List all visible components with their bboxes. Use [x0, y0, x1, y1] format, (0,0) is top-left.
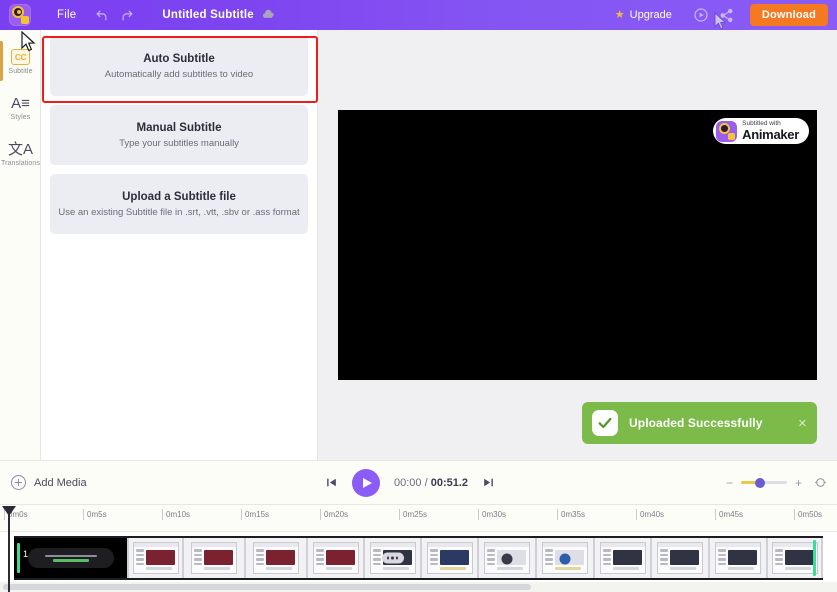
timeline-clip[interactable]: [246, 538, 308, 578]
animaker-logo-icon: [716, 120, 738, 142]
zoom-slider-knob[interactable]: [754, 477, 765, 488]
timeline-clip[interactable]: [768, 538, 823, 578]
subtitle-options-panel: Auto Subtitle Automatically add subtitle…: [41, 30, 318, 460]
translate-icon: 文A: [7, 140, 33, 158]
clip-title-preview: [27, 548, 114, 568]
timeline-clip[interactable]: [129, 538, 184, 578]
plus-circle-icon: [11, 475, 26, 490]
total-time: 00:51.2: [430, 476, 469, 489]
upload-subtitle-card[interactable]: Upload a Subtitle file Use an existing S…: [50, 174, 308, 234]
sidebar-item-label: Styles: [10, 113, 31, 121]
document-title-text: Untitled Subtitle: [162, 9, 254, 21]
card-title: Manual Subtitle: [136, 121, 222, 134]
download-button[interactable]: Download: [749, 4, 828, 26]
clip-trim-handle[interactable]: [17, 543, 20, 573]
upload-success-toast: Uploaded Successfully ✕: [582, 402, 817, 444]
timeline-scrollbar[interactable]: [0, 582, 837, 592]
timeline-track: 1: [14, 536, 823, 580]
minus-icon[interactable]: −: [726, 477, 733, 489]
timeline-clip[interactable]: [365, 538, 422, 578]
mouse-cursor: [21, 30, 37, 58]
timeline-clip[interactable]: [595, 538, 652, 578]
undo-icon[interactable]: [88, 0, 114, 30]
ruler-tick: 0m5s: [83, 509, 107, 520]
timeline-ruler[interactable]: 0m0s 0m5s 0m10s 0m15s 0m20s 0m25s 0m30s …: [0, 505, 837, 532]
ruler-tick: 0m15s: [241, 509, 269, 520]
timeline-zoom-controls: − +: [726, 476, 827, 489]
zoom-slider[interactable]: [740, 477, 787, 488]
timeline-clip[interactable]: [422, 538, 479, 578]
ruler-tick: 0m10s: [162, 509, 190, 520]
text-styles-icon: A≡: [11, 94, 30, 112]
close-icon[interactable]: ✕: [798, 417, 807, 430]
add-media-button[interactable]: Add Media: [11, 475, 87, 490]
clip-number: 1: [23, 549, 29, 559]
time-separator: /: [421, 476, 431, 489]
play-button[interactable]: [352, 468, 380, 497]
sidebar-item-label: Translations: [0, 159, 41, 167]
card-subtitle: Type your subtitles manually: [119, 137, 239, 149]
timeline-clip[interactable]: [652, 538, 710, 578]
redo-icon[interactable]: [114, 0, 140, 30]
timeline-scrollbar-thumb[interactable]: [3, 584, 531, 590]
ruler-tick: 0m35s: [557, 509, 585, 520]
watermark-brand: Animaker: [742, 127, 799, 143]
video-canvas[interactable]: Subtitled with Animaker: [338, 110, 817, 380]
upgrade-label: Upgrade: [629, 9, 672, 21]
timeline-clip[interactable]: [184, 538, 246, 578]
sidebar-item-label: Subtitle: [8, 68, 33, 75]
clip-more-options-icon[interactable]: [381, 552, 404, 564]
timeline-clip[interactable]: 1: [14, 538, 129, 578]
left-sidebar: CC Subtitle A≡ Styles 文A Translations: [0, 30, 41, 460]
timeline-clip[interactable]: [308, 538, 365, 578]
fit-to-screen-icon[interactable]: [814, 476, 827, 489]
card-subtitle: Use an existing Subtitle file in .srt, .…: [58, 206, 300, 218]
add-media-label: Add Media: [34, 476, 87, 489]
sidebar-item-translations[interactable]: 文A Translations: [0, 131, 41, 177]
animaker-logo-icon[interactable]: [9, 4, 31, 26]
preview-play-icon[interactable]: [688, 0, 714, 30]
plus-icon[interactable]: +: [795, 477, 802, 489]
animaker-watermark: Subtitled with Animaker: [713, 118, 809, 144]
ruler-tick: 0m20s: [320, 509, 348, 520]
manual-subtitle-card[interactable]: Manual Subtitle Type your subtitles manu…: [50, 105, 308, 165]
timeline-clip[interactable]: [710, 538, 768, 578]
current-time: 00:00: [394, 476, 422, 489]
mouse-cursor-secondary: [714, 11, 728, 36]
star-icon: ★: [614, 8, 625, 21]
document-title[interactable]: Untitled Subtitle: [162, 8, 275, 22]
ruler-tick: 0m45s: [715, 509, 743, 520]
timecode-display: 00:00 / 00:51.2: [394, 477, 468, 489]
ruler-tick: 0m25s: [399, 509, 427, 520]
toast-message: Uploaded Successfully: [629, 416, 763, 430]
cloud-save-icon: [261, 8, 275, 22]
sidebar-item-styles[interactable]: A≡ Styles: [0, 85, 41, 131]
upgrade-button[interactable]: ★ Upgrade: [615, 9, 672, 21]
skip-to-start-icon[interactable]: [325, 476, 338, 489]
skip-to-end-icon[interactable]: [482, 476, 495, 489]
card-title: Upload a Subtitle file: [122, 190, 236, 203]
card-subtitle: Automatically add subtitles to video: [104, 68, 254, 80]
check-icon: [592, 410, 618, 436]
preview-stage: Subtitled with Animaker: [318, 30, 837, 460]
card-title: Auto Subtitle: [143, 52, 215, 65]
ruler-tick: 0m50s: [794, 509, 822, 520]
file-menu[interactable]: File: [57, 9, 76, 21]
playhead-line: [8, 506, 10, 592]
ruler-tick: 0m40s: [636, 509, 664, 520]
playback-controls: 00:00 / 00:51.2: [325, 468, 495, 497]
auto-subtitle-card[interactable]: Auto Subtitle Automatically add subtitle…: [50, 36, 308, 96]
timeline-clip[interactable]: [537, 538, 595, 578]
clip-trim-handle-end[interactable]: [813, 540, 816, 576]
transport-bar: Add Media 00:00 / 00:51.2 − +: [0, 460, 837, 505]
app-header: File Untitled Subtitle ★ Upgrade Downloa…: [0, 0, 837, 30]
timeline-clip[interactable]: [479, 538, 537, 578]
ruler-tick: 0m30s: [478, 509, 506, 520]
